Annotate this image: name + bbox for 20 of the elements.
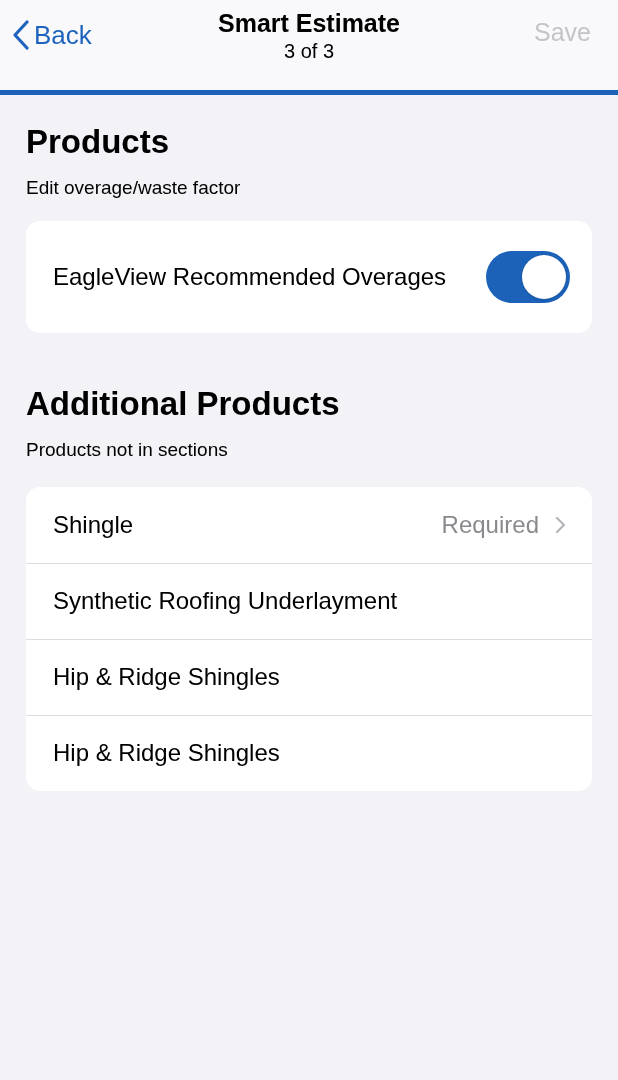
toggle-label: EagleView Recommended Overages bbox=[53, 261, 448, 292]
section-heading: Additional Products bbox=[26, 383, 341, 424]
screen-title: Smart Estimate bbox=[218, 8, 400, 39]
product-status: Required bbox=[441, 509, 539, 540]
back-chevron-icon bbox=[12, 20, 30, 50]
product-name: Hip & Ridge Shingles bbox=[53, 738, 281, 768]
section-caption: Products not in sections bbox=[26, 438, 229, 462]
toggle-switch[interactable] bbox=[486, 250, 570, 303]
product-name: Hip & Ridge Shingles bbox=[53, 662, 281, 692]
back-button[interactable]: Back bbox=[12, 20, 92, 50]
section-heading: Products bbox=[26, 122, 171, 162]
step-indicator: 3 of 3 bbox=[283, 39, 334, 65]
product-row[interactable]: Hip & Ridge Shingles bbox=[26, 638, 592, 715]
chevron-icon bbox=[555, 515, 566, 534]
product-row[interactable]: Synthetic Roofing Underlayment bbox=[26, 562, 592, 639]
product-row[interactable]: Shingle Required bbox=[26, 486, 592, 563]
product-name: Shingle bbox=[53, 509, 135, 540]
product-name: Synthetic Roofing Underlayment bbox=[53, 586, 399, 616]
section-caption: Edit overage/waste factor bbox=[26, 176, 242, 201]
product-row[interactable]: Hip & Ridge Shingles bbox=[26, 714, 592, 791]
